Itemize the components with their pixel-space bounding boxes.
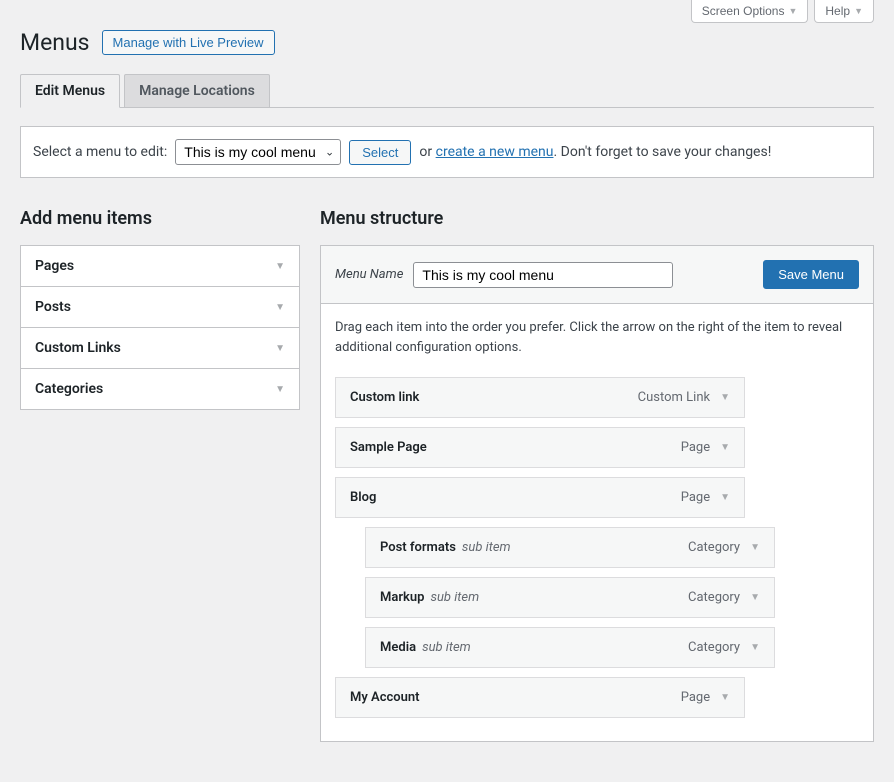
accordion-label: Custom Links — [35, 340, 121, 356]
menu-item[interactable]: Sample Page Page ▼ — [335, 427, 745, 468]
menu-item-type: Page — [681, 440, 710, 455]
menu-item-title: My Account — [350, 690, 420, 705]
help-button[interactable]: Help ▼ — [814, 0, 874, 23]
sub-item-label: sub item — [422, 640, 471, 655]
menu-item-title: Post formats — [380, 540, 456, 555]
tab-manage-locations[interactable]: Manage Locations — [124, 74, 270, 108]
structure-description: Drag each item into the order you prefer… — [335, 318, 859, 357]
chevron-down-icon: ▼ — [275, 384, 285, 395]
menu-item-type: Category — [688, 590, 740, 605]
menu-item[interactable]: My Account Page ▼ — [335, 677, 745, 718]
menu-item-type: Page — [681, 490, 710, 505]
accordion-panel-custom-links[interactable]: Custom Links ▼ — [21, 328, 299, 369]
add-menu-items-heading: Add menu items — [20, 208, 300, 229]
chevron-down-icon: ▼ — [788, 6, 797, 16]
chevron-down-icon[interactable]: ▼ — [720, 692, 730, 703]
menu-item-title: Media — [380, 640, 416, 655]
accordion-label: Categories — [35, 381, 103, 397]
add-items-accordion: Pages ▼ Posts ▼ Custom Links ▼ Categories ▼ — [20, 245, 300, 410]
menu-name-input[interactable] — [413, 262, 673, 288]
save-menu-button[interactable]: Save Menu — [763, 260, 859, 289]
menu-item[interactable]: Custom link Custom Link ▼ — [335, 377, 745, 418]
menu-name-label: Menu Name — [335, 267, 403, 282]
screen-options-button[interactable]: Screen Options ▼ — [691, 0, 809, 23]
chevron-down-icon[interactable]: ▼ — [750, 592, 760, 603]
screen-options-label: Screen Options — [702, 4, 785, 18]
accordion-label: Posts — [35, 299, 71, 315]
create-new-menu-link[interactable]: create a new menu — [436, 144, 554, 160]
menu-item-title: Custom link — [350, 390, 419, 405]
reminder-text: . Don't forget to save your changes! — [553, 144, 771, 160]
menu-item-type: Category — [688, 540, 740, 555]
select-button[interactable]: Select — [349, 140, 411, 165]
chevron-down-icon[interactable]: ▼ — [750, 542, 760, 553]
menu-structure-box: Menu Name Save Menu Drag each item into … — [320, 245, 874, 742]
accordion-panel-posts[interactable]: Posts ▼ — [21, 287, 299, 328]
chevron-down-icon[interactable]: ▼ — [720, 442, 730, 453]
menu-item-type: Page — [681, 690, 710, 705]
chevron-down-icon[interactable]: ▼ — [720, 492, 730, 503]
tab-edit-menus[interactable]: Edit Menus — [20, 74, 120, 108]
chevron-down-icon[interactable]: ▼ — [720, 392, 730, 403]
menu-item-title: Blog — [350, 490, 376, 505]
live-preview-button[interactable]: Manage with Live Preview — [102, 30, 275, 55]
menu-select-bar: Select a menu to edit: This is my cool m… — [20, 126, 874, 178]
accordion-panel-categories[interactable]: Categories ▼ — [21, 369, 299, 409]
accordion-label: Pages — [35, 258, 74, 274]
or-text: or — [419, 144, 432, 160]
sub-item-label: sub item — [462, 540, 511, 555]
accordion-panel-pages[interactable]: Pages ▼ — [21, 246, 299, 287]
menu-item-type: Custom Link — [638, 390, 710, 405]
menu-item-title: Sample Page — [350, 440, 427, 455]
select-menu-label: Select a menu to edit: — [33, 144, 167, 160]
chevron-down-icon: ▼ — [275, 343, 285, 354]
chevron-down-icon[interactable]: ▼ — [750, 642, 760, 653]
chevron-down-icon: ▼ — [275, 302, 285, 313]
menu-structure-heading: Menu structure — [320, 208, 874, 229]
menu-item-type: Category — [688, 640, 740, 655]
help-label: Help — [825, 4, 850, 18]
menu-item[interactable]: Blog Page ▼ — [335, 477, 745, 518]
menu-item[interactable]: Post formats sub item Category ▼ — [365, 527, 775, 568]
menu-select[interactable]: This is my cool menu — [175, 139, 341, 165]
sub-item-label: sub item — [430, 590, 479, 605]
chevron-down-icon: ▼ — [275, 261, 285, 272]
page-title: Menus — [20, 29, 90, 56]
menu-item-title: Markup — [380, 590, 424, 605]
menu-item[interactable]: Markup sub item Category ▼ — [365, 577, 775, 618]
menu-item[interactable]: Media sub item Category ▼ — [365, 627, 775, 668]
chevron-down-icon: ▼ — [854, 6, 863, 16]
